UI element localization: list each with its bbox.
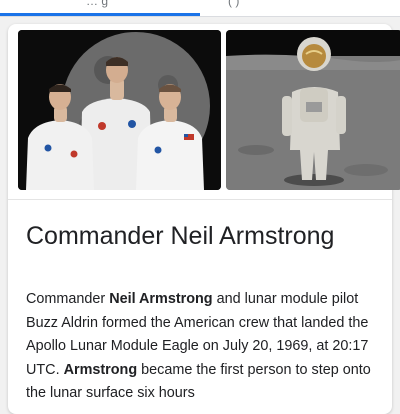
card-title: Commander Neil Armstrong	[26, 222, 335, 250]
tab-inactive[interactable]: ( )	[200, 0, 400, 16]
search-tabs-bar: … g ( )	[0, 0, 400, 17]
card-description: Commander Neil Armstrong and lunar modul…	[26, 288, 392, 406]
description-bold-text: Armstrong	[63, 361, 138, 378]
tab-label: ( )	[228, 0, 240, 8]
tab-label: … g	[86, 0, 109, 8]
crew-portrait-image[interactable]	[18, 30, 221, 190]
section-divider	[8, 199, 392, 200]
description-bold-text: Neil Armstrong	[109, 291, 213, 307]
active-tab-indicator	[0, 13, 200, 16]
knowledge-card: Commander Neil Armstrong Commander Neil …	[8, 24, 400, 414]
tab-active[interactable]: … g	[0, 0, 200, 16]
moonwalk-image[interactable]	[226, 30, 400, 190]
description-text: Commander	[26, 291, 110, 307]
image-carousel[interactable]	[18, 30, 400, 192]
